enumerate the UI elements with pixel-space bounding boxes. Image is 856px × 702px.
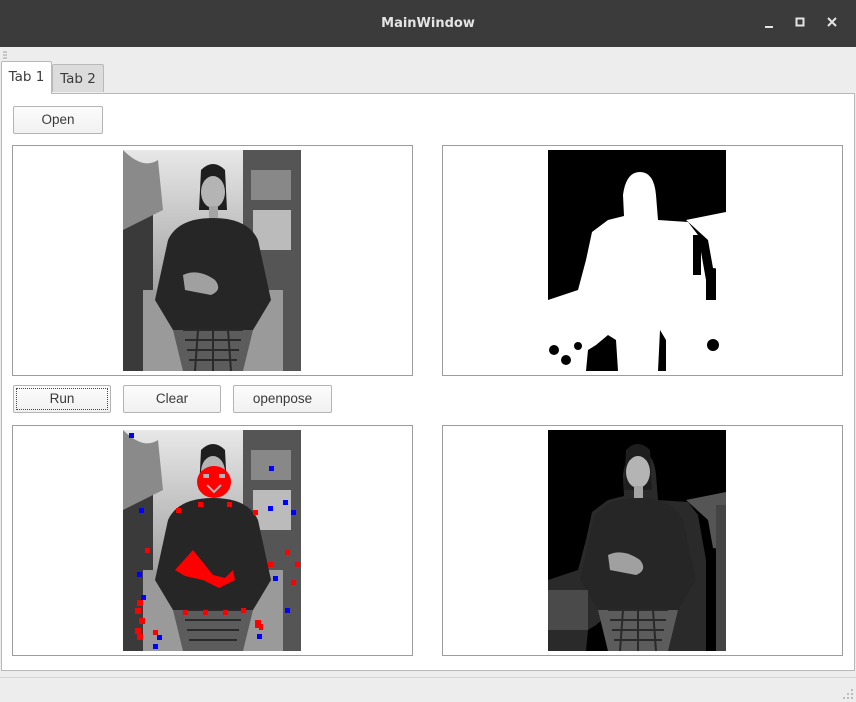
masked-image-frame (442, 425, 843, 656)
minimize-button[interactable] (760, 13, 780, 33)
openpose-button[interactable]: openpose (233, 385, 332, 413)
maximize-icon (795, 17, 805, 27)
close-icon (827, 17, 837, 27)
tab-bar: Tab 1 Tab 2 (0, 61, 856, 94)
masked-image (548, 430, 726, 651)
original-image (123, 150, 301, 371)
minimize-icon (765, 26, 773, 28)
mask-image-frame (442, 145, 843, 376)
original-image-frame (12, 145, 413, 376)
tab-2[interactable]: Tab 2 (52, 64, 104, 92)
clear-button[interactable]: Clear (123, 385, 221, 413)
open-button[interactable]: Open (13, 106, 103, 134)
keypoints-image (123, 430, 301, 651)
resize-grip-icon[interactable] (842, 688, 854, 700)
toolbar-handle-icon[interactable] (3, 51, 7, 59)
tab-1[interactable]: Tab 1 (1, 61, 52, 94)
title-bar: MainWindow (0, 0, 856, 47)
close-button[interactable] (823, 13, 843, 33)
maximize-button[interactable] (791, 13, 811, 33)
status-bar (0, 677, 856, 702)
mask-image (548, 150, 726, 371)
tab-1-panel: Open Run Clear openpose (1, 93, 855, 671)
run-button[interactable]: Run (13, 385, 111, 413)
window-title: MainWindow (381, 16, 475, 31)
keypoints-image-frame (12, 425, 413, 656)
